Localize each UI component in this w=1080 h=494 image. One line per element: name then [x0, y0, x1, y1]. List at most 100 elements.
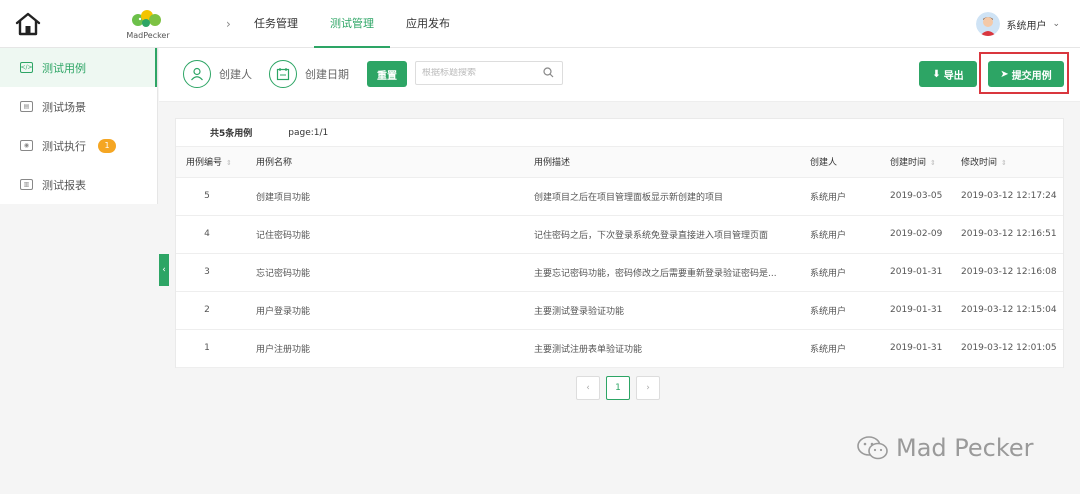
user-menu[interactable]: 系统用户 ⌄: [976, 12, 1060, 36]
sidebar-item-label: 测试报表: [42, 178, 86, 192]
page-info: page:1/1: [288, 127, 329, 138]
sidebar-collapse-button[interactable]: ‹: [159, 254, 169, 286]
cell-case-name[interactable]: 创建项目功能: [256, 177, 534, 216]
cell-case-number: 4: [176, 215, 256, 254]
pagination: ‹ 1 ›: [576, 376, 660, 400]
cell-case-name[interactable]: 用户登录功能: [256, 291, 534, 330]
sidebar-item-label: 测试场景: [42, 100, 86, 114]
reset-button[interactable]: 重置: [367, 61, 407, 87]
user-name: 系统用户: [1006, 20, 1047, 32]
export-button[interactable]: ⬇ 导出: [919, 61, 977, 87]
avatar: [976, 12, 1001, 36]
table-row[interactable]: 5 创建项目功能 创建项目之后在项目管理面板显示新创建的项目 系统用户 2019…: [176, 177, 1063, 216]
cell-case-number: 1: [176, 329, 256, 368]
header-case-number[interactable]: 用例编号 ⇕: [176, 147, 256, 178]
cell-created-time: 2019-02-09: [890, 215, 961, 254]
download-icon: ⬇: [932, 68, 941, 80]
cell-case-name[interactable]: 记住密码功能: [256, 215, 534, 254]
creator-filter[interactable]: 创建人: [183, 60, 252, 88]
wechat-icon: [857, 436, 888, 460]
calendar-icon: [269, 60, 297, 88]
cell-case-description: 创建项目之后在项目管理面板显示新创建的项目: [534, 177, 810, 216]
submit-case-button-label: 提交用例: [1011, 70, 1052, 82]
count-badge: 1: [98, 138, 116, 153]
user-icon: [183, 60, 211, 88]
cell-case-number: 2: [176, 291, 256, 330]
header-label: 创建时间: [890, 158, 927, 169]
sidebar-item-label: 测试执行: [42, 139, 86, 153]
cell-creator: 系统用户: [810, 291, 890, 330]
header-case-description: 用例描述: [534, 147, 810, 178]
table-summary: 共5条用例 page:1/1: [176, 119, 1063, 147]
madpecker-logo-icon: [132, 10, 161, 27]
scenario-icon: ▤: [20, 101, 33, 112]
report-icon: ▥: [20, 179, 33, 190]
nav-test-management[interactable]: 测试管理: [314, 0, 390, 48]
page-button-current[interactable]: 1: [606, 376, 630, 400]
cell-creator: 系统用户: [810, 329, 890, 368]
top-bar: MadPecker › 任务管理 测试管理 应用发布 系统用户 ⌄: [0, 0, 1080, 48]
cell-created-time: 2019-01-31: [890, 329, 961, 368]
sidebar: </> 测试用例 ▤ 测试场景 ◉ 测试执行 1 ▥ 测试报表: [0, 48, 158, 204]
search-box[interactable]: [415, 61, 563, 85]
cell-case-name[interactable]: 忘记密码功能: [256, 253, 534, 292]
cell-case-description: 主要测试登录验证功能: [534, 291, 810, 330]
sidebar-item-test-scenarios[interactable]: ▤ 测试场景: [0, 87, 157, 126]
cell-modified-time: 2019-03-12 12:01:05: [961, 329, 1063, 368]
nav-app-release[interactable]: 应用发布: [390, 0, 466, 48]
filter-bar: 创建人 创建日期 重置 ⬇ 导出 ➤ 提交用例: [159, 48, 1080, 102]
cell-created-time: 2019-01-31: [890, 291, 961, 330]
table-row[interactable]: 4 记住密码功能 记住密码之后，下次登录系统免登录直接进入项目管理页面 系统用户…: [176, 215, 1063, 254]
table-row[interactable]: 3 忘记密码功能 主要忘记密码功能，密码修改之后需要重新登录验证密码是... 系…: [176, 253, 1063, 292]
table-row[interactable]: 2 用户登录功能 主要测试登录验证功能 系统用户 2019-01-31 2019…: [176, 291, 1063, 330]
execution-icon: ◉: [20, 140, 33, 151]
prev-page-button[interactable]: ‹: [576, 376, 600, 400]
cell-modified-time: 2019-03-12 12:16:08: [961, 253, 1063, 292]
cell-modified-time: 2019-03-12 12:15:04: [961, 291, 1063, 330]
header-modified-time[interactable]: 修改时间 ⇕: [961, 147, 1063, 178]
chevron-down-icon: ⌄: [1052, 19, 1060, 29]
send-icon: ➤: [1000, 68, 1009, 80]
cell-creator: 系统用户: [810, 177, 890, 216]
cell-creator: 系统用户: [810, 215, 890, 254]
cell-case-description: 主要测试注册表单验证功能: [534, 329, 810, 368]
sidebar-item-test-execution[interactable]: ◉ 测试执行 1: [0, 126, 157, 165]
header-label: 用例编号: [186, 158, 223, 169]
cell-created-time: 2019-01-31: [890, 253, 961, 292]
watermark-text: Mad Pecker: [896, 434, 1034, 462]
cell-case-description: 记住密码之后，下次登录系统免登录直接进入项目管理页面: [534, 215, 810, 254]
sort-icon[interactable]: ⇕: [226, 159, 232, 167]
logo-text: MadPecker: [126, 31, 170, 40]
code-icon: </>: [20, 62, 33, 73]
sort-icon[interactable]: ⇕: [1001, 159, 1007, 167]
total-count: 共5条用例: [210, 129, 253, 139]
search-icon[interactable]: [543, 67, 554, 81]
date-filter[interactable]: 创建日期: [269, 60, 349, 88]
sort-icon[interactable]: ⇕: [930, 159, 936, 167]
table-row[interactable]: 1 用户注册功能 主要测试注册表单验证功能 系统用户 2019-01-31 20…: [176, 329, 1063, 368]
cell-creator: 系统用户: [810, 253, 890, 292]
sidebar-item-test-cases[interactable]: </> 测试用例: [0, 48, 157, 87]
cell-modified-time: 2019-03-12 12:16:51: [961, 215, 1063, 254]
cell-case-name[interactable]: 用户注册功能: [256, 329, 534, 368]
nav-task-management[interactable]: 任务管理: [238, 0, 314, 48]
sidebar-item-label: 测试用例: [42, 61, 86, 75]
cell-created-time: 2019-03-05: [890, 177, 961, 216]
cell-case-number: 3: [176, 253, 256, 292]
export-button-label: 导出: [943, 70, 964, 82]
table-header-row: 用例编号 ⇕ 用例名称 用例描述 创建人 创建时间 ⇕ 修改时间 ⇕: [176, 147, 1063, 178]
cell-modified-time: 2019-03-12 12:17:24: [961, 177, 1063, 216]
cell-case-number: 5: [176, 177, 256, 216]
search-input[interactable]: [422, 68, 542, 78]
submit-case-button[interactable]: ➤ 提交用例: [988, 61, 1064, 87]
next-page-button[interactable]: ›: [636, 376, 660, 400]
header-case-name: 用例名称: [256, 147, 534, 178]
app-logo[interactable]: MadPecker: [118, 8, 178, 46]
header-created-time[interactable]: 创建时间 ⇕: [890, 147, 961, 178]
test-case-table-card: 共5条用例 page:1/1 用例编号 ⇕ 用例名称 用例描述 创建人 创建时间 ⇕…: [175, 118, 1064, 368]
header-label: 修改时间: [961, 158, 998, 169]
home-icon[interactable]: [14, 11, 42, 37]
sidebar-item-test-reports[interactable]: ▥ 测试报表: [0, 165, 157, 204]
test-case-table: 用例编号 ⇕ 用例名称 用例描述 创建人 创建时间 ⇕ 修改时间 ⇕ 5 创建项目功能…: [176, 147, 1063, 368]
date-filter-label: 创建日期: [305, 68, 349, 81]
